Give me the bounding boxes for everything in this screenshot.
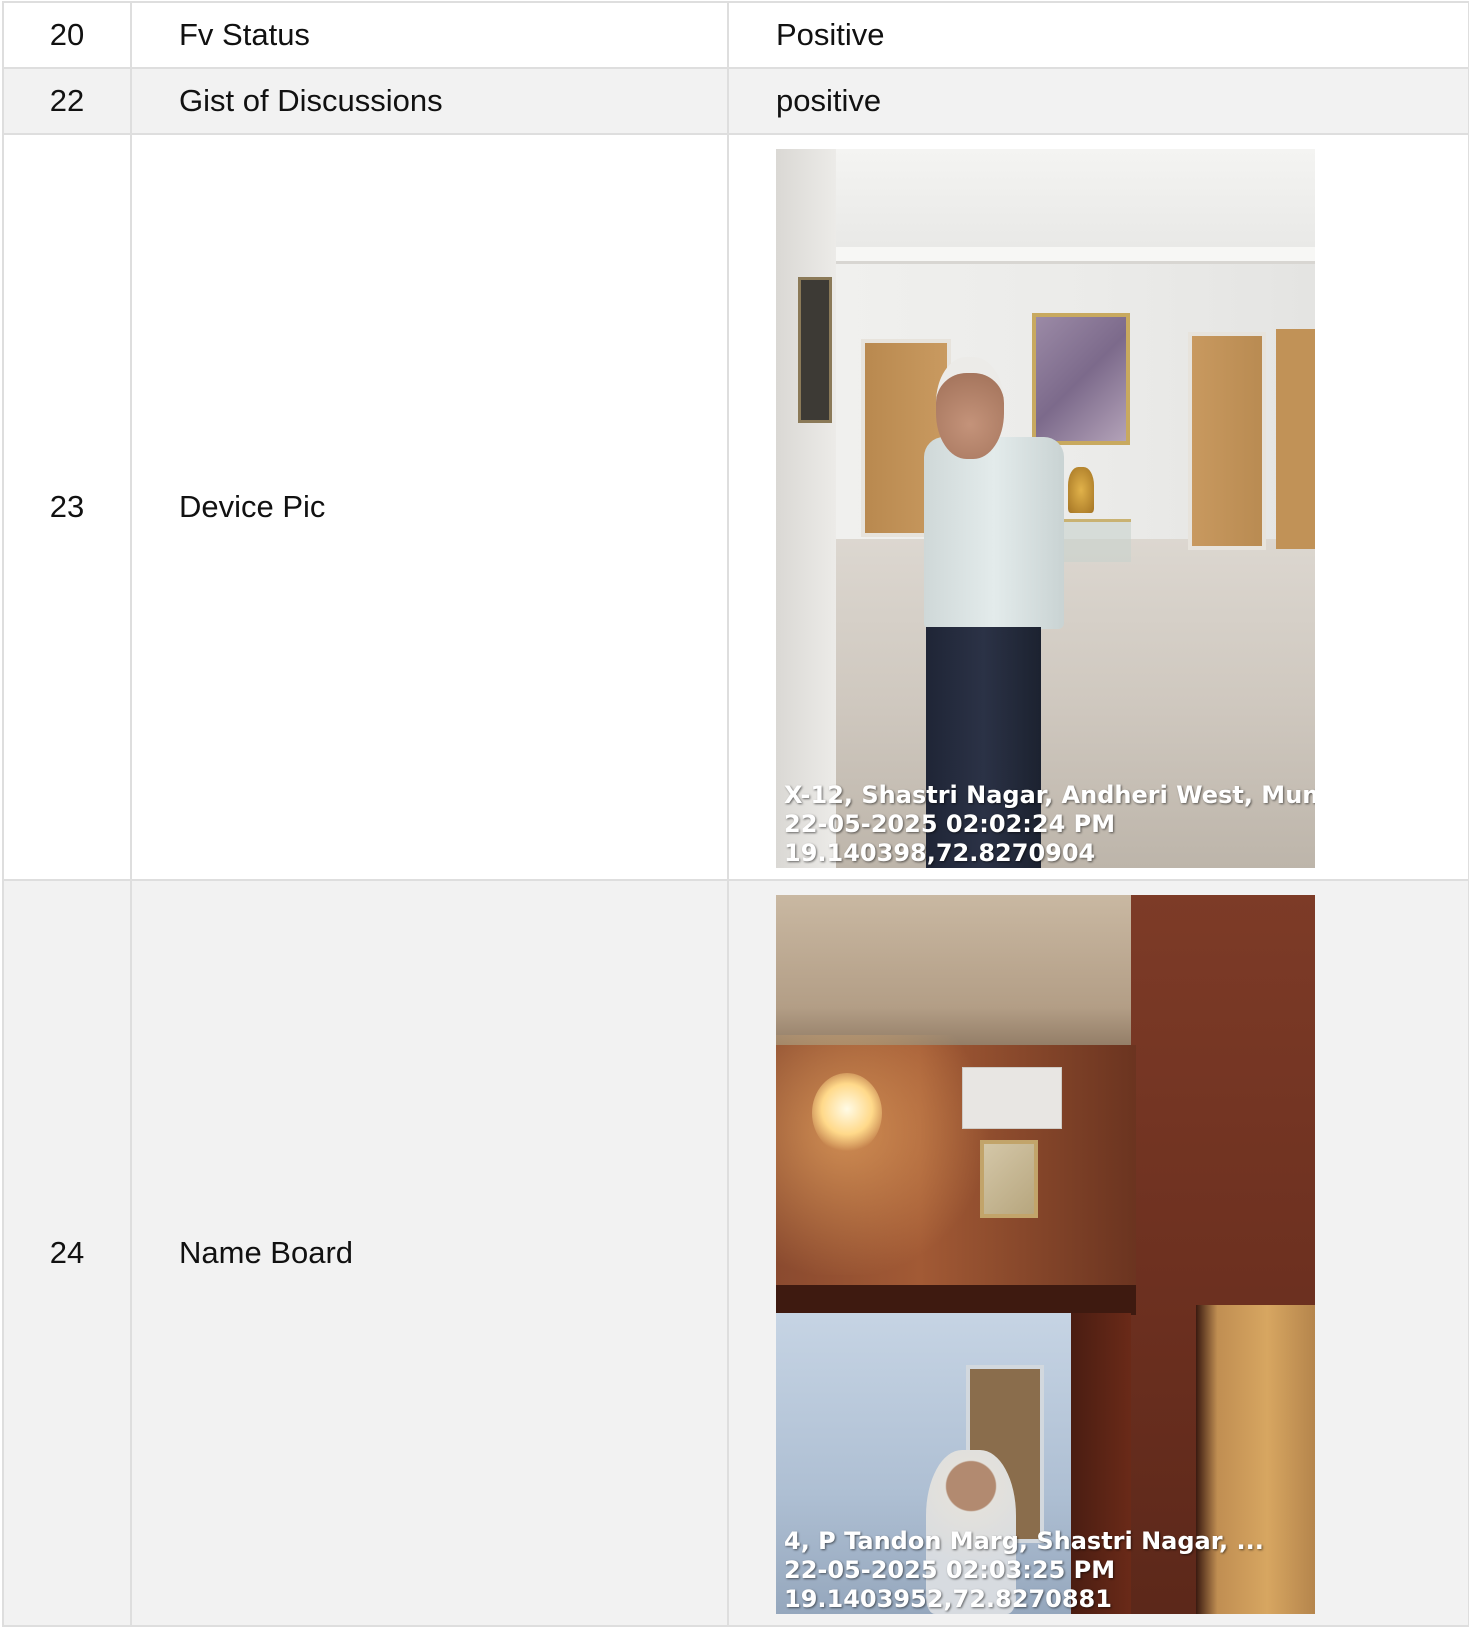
photo-address: X-12, Shastri Nagar, Andheri West, Mumba… [784,780,1315,809]
name-board-photo[interactable]: 4, P Tandon Marg, Shastri Nagar, ... 22-… [776,894,1315,1614]
row-value: 4, P Tandon Marg, Shastri Nagar, ... 22-… [727,879,1469,1627]
photo-geotag: 4, P Tandon Marg, Shastri Nagar, ... 22-… [784,1527,1315,1614]
row-number: 22 [2,67,132,135]
photo-datetime: 22-05-2025 02:02:24 PM [784,809,1116,838]
table-row-fv-status: 20 Fv Status Positive [2,1,1469,69]
table-row-device-pic: 23 Device Pic X-12, Shastri Nagar, Andhe… [2,133,1469,881]
device-photo[interactable]: X-12, Shastri Nagar, Andheri West, Mumba… [776,148,1315,868]
row-number: 23 [2,133,132,881]
table-row-gist-of-discussions: 22 Gist of Discussions positive [2,67,1469,135]
row-value: Positive [727,1,1469,69]
photo-geotag: X-12, Shastri Nagar, Andheri West, Mumba… [784,781,1315,868]
verification-table: 20 Fv Status Positive 22 Gist of Discuss… [2,1,1469,1627]
row-value: X-12, Shastri Nagar, Andheri West, Mumba… [727,133,1469,881]
photo-datetime: 22-05-2025 02:03:25 PM [784,1555,1116,1584]
row-number: 20 [2,1,132,69]
row-label: Fv Status [130,1,729,69]
photo-address: 4, P Tandon Marg, Shastri Nagar, ... [784,1526,1264,1555]
photo-coords: 19.140398,72.8270904 [784,838,1096,867]
row-number: 24 [2,879,132,1627]
report-page: 20 Fv Status Positive 22 Gist of Discuss… [0,0,1469,1629]
row-value: positive [727,67,1469,135]
photo-coords: 19.1403952,72.8270881 [784,1584,1112,1613]
table-row-name-board: 24 Name Board 4, P Tandon Marg, Shastri … [2,879,1469,1627]
row-label: Device Pic [130,133,729,881]
row-label: Gist of Discussions [130,67,729,135]
row-label: Name Board [130,879,729,1627]
